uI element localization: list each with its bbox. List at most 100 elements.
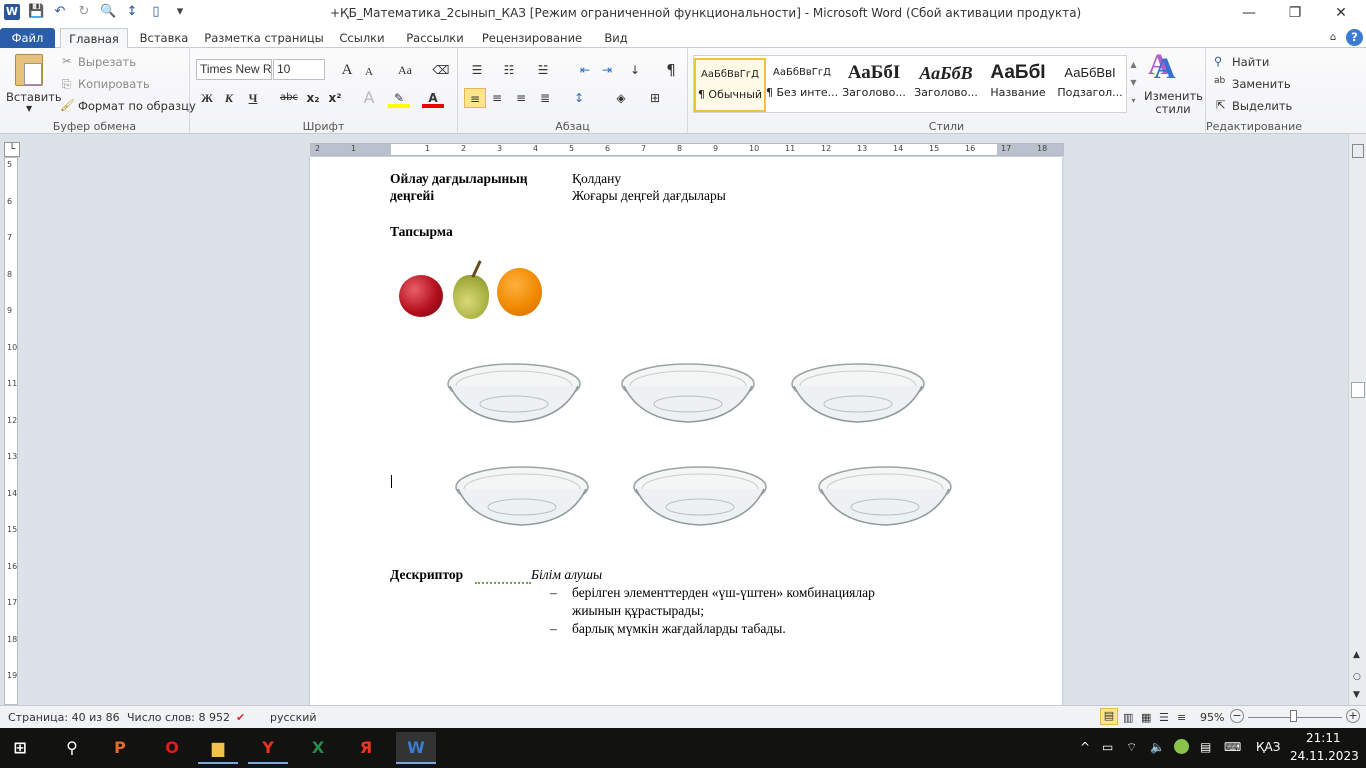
- line-spacing-icon[interactable]: ↕: [568, 88, 590, 108]
- align-center-button[interactable]: ≡: [486, 88, 508, 108]
- print-preview-icon[interactable]: 🔍: [100, 4, 116, 20]
- scrollbar-thumb[interactable]: [1351, 382, 1365, 398]
- change-case-button[interactable]: Aa: [390, 60, 420, 80]
- word-count[interactable]: Число слов: 8 952: [127, 711, 230, 724]
- web-layout-view-icon[interactable]: ▦: [1141, 711, 1151, 724]
- change-styles-button[interactable]: Изменить стили: [1144, 90, 1203, 116]
- sort-icon[interactable]: ↓: [624, 60, 646, 80]
- style-no-spacing[interactable]: АаБбВвГгД ¶ Без инте...: [766, 58, 838, 112]
- highlight-color-icon[interactable]: ✎: [388, 88, 410, 108]
- tab-references[interactable]: Ссылки: [334, 28, 390, 49]
- next-page-icon[interactable]: ▼: [1353, 690, 1360, 700]
- paste-dropdown-icon[interactable]: ▼: [26, 104, 32, 113]
- ruler-toggle-icon[interactable]: [1352, 144, 1364, 158]
- zoom-level[interactable]: 95%: [1200, 711, 1224, 724]
- start-button[interactable]: ⊞: [0, 732, 40, 764]
- vertical-scrollbar[interactable]: ▲ ○ ▼: [1348, 134, 1366, 705]
- vertical-ruler[interactable]: 5 6 7 8 9 10 11 12 13 14 15 16 17 18 19: [4, 157, 18, 705]
- zoom-slider-thumb[interactable]: [1289, 710, 1297, 722]
- horizontal-ruler[interactable]: 2 1 1 2 3 4 5 6 7 8 9 10 11 12 13 14 15 16 17 18: [310, 143, 1064, 156]
- replace-button[interactable]: Заменить: [1232, 77, 1291, 91]
- align-left-button[interactable]: ≡: [464, 88, 486, 108]
- tab-mailings[interactable]: Рассылки: [400, 28, 470, 49]
- subscript-button[interactable]: x₂: [302, 88, 324, 108]
- save-icon[interactable]: 💾: [28, 4, 44, 20]
- cut-button[interactable]: Вырезать: [78, 55, 136, 69]
- word-logo-icon[interactable]: W: [4, 4, 20, 20]
- customize-toolbar-icon[interactable]: ▾: [172, 4, 188, 20]
- font-name-combo[interactable]: Times New Rc: [196, 59, 272, 80]
- draft-view-icon[interactable]: ≡: [1177, 711, 1186, 724]
- print-layout-view-icon[interactable]: ▤: [1100, 708, 1118, 725]
- full-screen-view-icon[interactable]: ▥: [1123, 711, 1133, 724]
- tab-review[interactable]: Рецензирование: [480, 28, 584, 49]
- search-icon[interactable]: ⚲: [52, 732, 92, 764]
- glass-bowl-image[interactable]: [620, 360, 756, 424]
- glass-bowl-image[interactable]: [454, 463, 590, 527]
- bold-button[interactable]: Ж: [196, 88, 218, 108]
- undo-icon[interactable]: ↶: [52, 4, 68, 20]
- underline-button[interactable]: Ч: [242, 88, 264, 108]
- style-title[interactable]: АаБбІ Название: [982, 58, 1054, 112]
- styles-scroll[interactable]: ▲ ▼ ▾: [1126, 56, 1140, 112]
- justify-button[interactable]: ≣: [534, 88, 556, 108]
- browse-object-icon[interactable]: ○: [1353, 672, 1361, 682]
- language[interactable]: русский: [270, 711, 317, 724]
- superscript-button[interactable]: x²: [324, 88, 346, 108]
- collapse-ribbon-icon[interactable]: ⌂: [1326, 28, 1340, 49]
- app-tray-icon[interactable]: [1174, 739, 1189, 754]
- tab-selector[interactable]: └: [4, 142, 20, 157]
- outline-view-icon[interactable]: ☰: [1159, 711, 1169, 724]
- volume-icon[interactable]: 🔈: [1150, 740, 1165, 754]
- font-color-icon[interactable]: A: [422, 88, 444, 108]
- battery-icon[interactable]: ▭: [1102, 740, 1113, 754]
- tab-view[interactable]: Вид: [596, 28, 636, 49]
- multilevel-list-icon[interactable]: ☱: [532, 60, 554, 80]
- paste-icon[interactable]: [15, 54, 43, 86]
- wifi-icon[interactable]: ⌔: [1126, 740, 1137, 755]
- show-formatting-button[interactable]: ¶: [660, 60, 682, 80]
- zoom-out-button[interactable]: −: [1230, 709, 1244, 723]
- page-count[interactable]: Страница: 40 из 86: [8, 711, 120, 724]
- increase-indent-icon[interactable]: ⇥: [596, 60, 618, 80]
- shrink-font-button[interactable]: A: [358, 62, 380, 82]
- proofing-icon[interactable]: ✔: [236, 711, 245, 724]
- help-icon[interactable]: ?: [1346, 29, 1363, 46]
- clock-time[interactable]: 21:11: [1306, 731, 1341, 745]
- clock-date[interactable]: 24.11.2023: [1290, 749, 1359, 763]
- style-normal[interactable]: АаБбВвГгД ¶ Обычный: [694, 58, 766, 112]
- find-button[interactable]: Найти: [1232, 55, 1269, 69]
- italic-button[interactable]: К: [218, 88, 240, 108]
- tab-page-layout[interactable]: Разметка страницы: [204, 28, 324, 49]
- close-button[interactable]: ✕: [1318, 0, 1364, 26]
- pear-image[interactable]: [453, 275, 489, 319]
- copy-button[interactable]: Копировать: [78, 77, 150, 91]
- tab-home[interactable]: Главная: [60, 28, 128, 49]
- orange-image[interactable]: [497, 268, 542, 316]
- zoom-in-button[interactable]: +: [1346, 709, 1360, 723]
- previous-page-icon[interactable]: ▲: [1353, 650, 1360, 660]
- document-page[interactable]: Ойлау дағдыларының деңгейі Қолдану Жоғар…: [310, 157, 1062, 705]
- keyboard-icon[interactable]: ⌨: [1224, 740, 1241, 754]
- style-subtitle[interactable]: АаБбВвІ Подзагол...: [1054, 58, 1126, 112]
- input-language[interactable]: ҚАЗ: [1256, 740, 1280, 754]
- strikethrough-button[interactable]: abc: [276, 88, 302, 108]
- font-size-combo[interactable]: 10: [273, 59, 325, 80]
- word-taskbar-icon[interactable]: W: [396, 732, 436, 764]
- restore-button[interactable]: ❐: [1272, 0, 1318, 26]
- align-right-button[interactable]: ≡: [510, 88, 532, 108]
- decrease-indent-icon[interactable]: ⇤: [574, 60, 596, 80]
- show-hidden-icons[interactable]: ^: [1080, 740, 1090, 754]
- glass-bowl-image[interactable]: [446, 360, 582, 424]
- apple-image[interactable]: [399, 275, 443, 317]
- redo-icon[interactable]: ↻: [76, 4, 92, 20]
- bullets-icon[interactable]: ☰: [466, 60, 488, 80]
- style-heading-2[interactable]: АаБбВ Заголово...: [910, 58, 982, 112]
- notification-icon[interactable]: ▤: [1200, 740, 1211, 754]
- new-document-icon[interactable]: ▯: [148, 4, 164, 20]
- glass-bowl-image[interactable]: [790, 360, 926, 424]
- opera-icon[interactable]: O: [152, 732, 192, 764]
- yandex-icon[interactable]: Я: [346, 732, 386, 764]
- file-explorer-icon[interactable]: ▆: [198, 732, 238, 764]
- minimize-button[interactable]: —: [1226, 0, 1272, 26]
